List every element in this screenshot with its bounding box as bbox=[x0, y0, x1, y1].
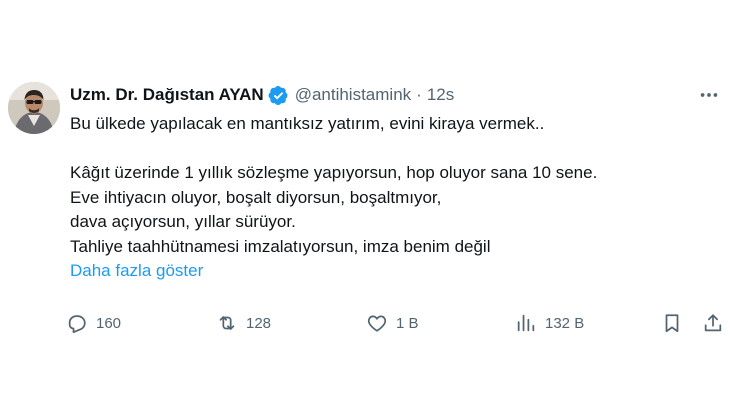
like-count: 1 B bbox=[396, 314, 419, 332]
bookmark-icon bbox=[665, 314, 679, 333]
heart-icon bbox=[367, 315, 387, 332]
more-dots-icon bbox=[700, 93, 718, 97]
tweet-actions: 160 128 1 B 132 B bbox=[66, 308, 726, 338]
tweet-text-line: Tahliye taahhütnamesi imzalatıyorsun, im… bbox=[70, 236, 491, 256]
share-icon bbox=[704, 314, 722, 332]
retweet-count: 128 bbox=[246, 314, 272, 332]
tweet-text-line: dava açıyorsun, yıllar sürüyor. bbox=[70, 212, 296, 231]
separator-dot: · bbox=[416, 85, 422, 104]
reply-icon bbox=[68, 315, 86, 334]
retweet-icon bbox=[219, 316, 235, 330]
tweet-timestamp[interactable]: 12s bbox=[427, 84, 454, 106]
author-handle[interactable]: @antihistamink bbox=[295, 84, 411, 106]
views-icon bbox=[517, 314, 535, 332]
tweet-card: Uzm. Dr. Dağıstan AYAN @antihistamink · … bbox=[0, 0, 730, 420]
more-options-button[interactable] bbox=[696, 84, 722, 106]
bookmark-button[interactable] bbox=[661, 308, 683, 338]
views-count: 132 B bbox=[545, 314, 585, 332]
verified-badge-icon bbox=[268, 85, 288, 105]
reply-count: 160 bbox=[96, 314, 122, 332]
avatar-photo bbox=[8, 82, 60, 134]
tweet-text-line: Bu ülkede yapılacak en mantıksız yatırım… bbox=[70, 114, 545, 133]
share-button[interactable] bbox=[702, 308, 724, 338]
tweet-text-line: Eve ihtiyacın oluyor, boşalt diyorsun, b… bbox=[70, 187, 442, 207]
retweet-button[interactable]: 128 bbox=[216, 308, 271, 338]
tweet-text: Bu ülkede yapılacak en mantıksız yatırım… bbox=[70, 112, 710, 284]
tweet-text-line: Kâğıt üzerinde 1 yıllık sözleşme yapıyor… bbox=[70, 163, 598, 182]
views-button[interactable]: 132 B bbox=[515, 308, 584, 338]
like-button[interactable]: 1 B bbox=[366, 308, 419, 338]
show-more-link[interactable]: Daha fazla göster bbox=[70, 259, 710, 284]
author-display-name[interactable]: Uzm. Dr. Dağıstan AYAN bbox=[70, 84, 264, 106]
tweet-header: Uzm. Dr. Dağıstan AYAN @antihistamink · … bbox=[70, 84, 454, 106]
reply-button[interactable]: 160 bbox=[66, 308, 121, 338]
avatar[interactable] bbox=[8, 82, 60, 134]
